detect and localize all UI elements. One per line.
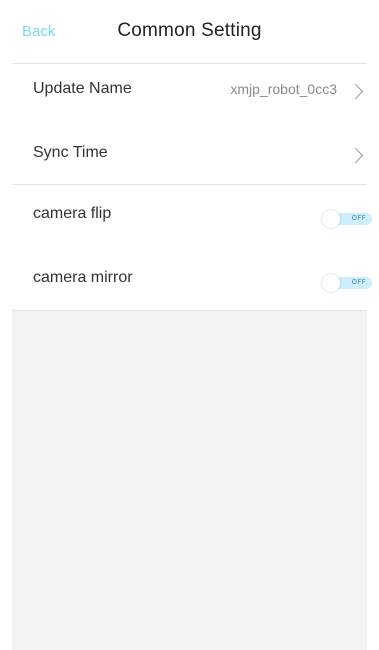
device-name-value: xmjp_robot_0cc3 — [230, 81, 337, 97]
empty-background-area — [12, 311, 367, 650]
toggle-knob — [322, 274, 340, 292]
toggle-state-text: OFF — [351, 278, 366, 286]
camera-flip-row: camera flip OFF — [0, 187, 379, 243]
page-title: Common Setting — [117, 20, 262, 41]
sync-time-label: Sync Time — [33, 144, 108, 161]
header: Back Common Setting — [0, 0, 379, 64]
common-setting-screen: Back Common Setting Update Name xmjp_rob… — [0, 0, 379, 650]
camera-mirror-label: camera mirror — [33, 269, 133, 286]
camera-mirror-row: camera mirror OFF — [0, 251, 379, 307]
toggle-knob — [322, 210, 340, 228]
chevron-right-icon — [347, 83, 364, 100]
camera-flip-toggle[interactable]: OFF — [322, 210, 374, 228]
chevron-right-icon — [347, 147, 364, 164]
update-name-row[interactable]: Update Name xmjp_robot_0cc3 — [0, 62, 379, 118]
toggle-state-text: OFF — [351, 214, 366, 222]
camera-mirror-toggle[interactable]: OFF — [322, 274, 374, 292]
sync-time-row[interactable]: Sync Time — [0, 126, 379, 182]
camera-flip-label: camera flip — [33, 205, 112, 222]
section-divider — [12, 184, 367, 185]
update-name-label: Update Name — [33, 80, 132, 97]
